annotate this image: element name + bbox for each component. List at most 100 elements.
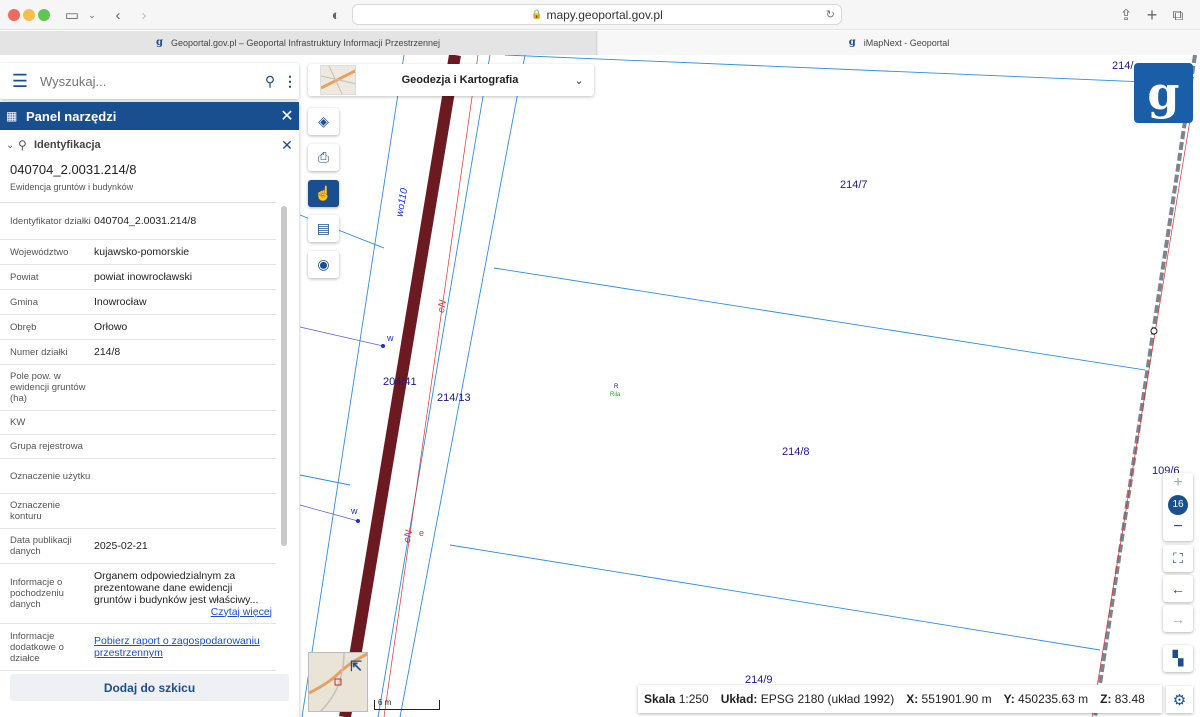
- point-w-label: w: [387, 333, 394, 343]
- attribute-key: Powiat: [10, 271, 39, 283]
- identification-section-header[interactable]: ⌄ ⚲ Identyfikacja ✕: [0, 130, 299, 160]
- close-window-button[interactable]: [8, 9, 20, 21]
- crs-readout[interactable]: Układ: EPSG 2180 (układ 1992): [721, 692, 894, 706]
- search-bar: ☰ ⚲ ⋮: [0, 63, 299, 99]
- attribute-key: Informacje dodatkowe o działce: [10, 630, 64, 664]
- y-label: Y:: [1003, 692, 1015, 706]
- screenshot-button[interactable]: ◉: [308, 251, 339, 278]
- table-row: Oznaczenie konturu: [0, 494, 276, 529]
- previous-extent-button[interactable]: ←: [1163, 575, 1193, 602]
- attribute-key: Pole pow. w ewidencji gruntów (ha): [10, 371, 86, 404]
- download-report-link[interactable]: Pobierz raport o zagospodarowaniu przest…: [94, 635, 260, 659]
- settings-button[interactable]: ⚙: [1166, 686, 1193, 713]
- parcel-boundary: [504, 55, 1146, 83]
- next-extent-button[interactable]: →: [1163, 605, 1193, 632]
- attribute-key: KW: [10, 417, 26, 428]
- parcel-boundary: [449, 544, 1101, 651]
- layers-button[interactable]: ◈: [308, 108, 339, 135]
- attribute-key: Oznaczenie użytku: [10, 470, 91, 482]
- zoom-out-button[interactable]: −: [1163, 517, 1193, 537]
- scale-value: 1:250: [678, 692, 709, 706]
- forward-icon[interactable]: ›: [134, 5, 154, 25]
- parcel-id-title: 040704_2.0031.214/8: [10, 162, 137, 177]
- url-text: mapy.geoportal.gov.pl: [546, 7, 663, 22]
- sidebar-toggle-icon[interactable]: ▭: [62, 5, 82, 25]
- back-icon[interactable]: ‹: [108, 5, 128, 25]
- geoportal-favicon-icon: g: [156, 37, 164, 48]
- z-label: Z:: [1100, 692, 1112, 706]
- point-w-marker: [356, 519, 360, 523]
- new-tab-icon[interactable]: +: [1142, 5, 1162, 25]
- clipboard-icon: ▤: [316, 220, 331, 236]
- chevron-down-icon[interactable]: ⌄: [6, 140, 18, 151]
- chevron-down-icon[interactable]: ⌄: [82, 5, 102, 25]
- parcel-label: 204/41: [383, 376, 417, 388]
- menu-icon[interactable]: ☰: [0, 71, 40, 92]
- table-row: Oznaczenie użytku: [0, 459, 276, 494]
- shield-icon[interactable]: ◐: [326, 5, 346, 25]
- attribute-key: Województwo: [10, 246, 69, 258]
- overview-map[interactable]: ⇱: [308, 652, 368, 712]
- z-value: 83.48: [1114, 692, 1145, 706]
- node-marker: [1150, 327, 1158, 335]
- table-row: Powiat powiat inowrocławski: [0, 265, 276, 290]
- expand-icon[interactable]: ⇱: [350, 658, 362, 675]
- tab-imapnext[interactable]: g iMapNext - Geoportal: [598, 31, 1200, 55]
- tab-overview-icon[interactable]: ⧉: [1168, 5, 1188, 25]
- more-options-icon[interactable]: ⋮: [281, 73, 299, 90]
- fullscreen-button[interactable]: ⛶: [1163, 545, 1193, 572]
- fullscreen-icon: ⛶: [1173, 550, 1183, 566]
- e-label: e: [419, 528, 425, 538]
- geoportal-favicon-icon: g: [848, 37, 856, 48]
- search-icon[interactable]: ⚲: [259, 73, 281, 90]
- pointer-hand-icon: ☝: [314, 185, 333, 201]
- identify-button[interactable]: ☝: [308, 180, 339, 207]
- print-button[interactable]: ⎙: [308, 144, 339, 171]
- close-icon[interactable]: ✕: [275, 106, 299, 126]
- network-label: eN: [435, 299, 449, 314]
- print-icon: ⎙: [317, 149, 330, 165]
- point-w-label: w: [351, 506, 358, 516]
- read-more-link[interactable]: Czytaj więcej: [211, 606, 272, 618]
- attribute-value: [94, 506, 276, 516]
- chevron-down-icon[interactable]: ⌄: [564, 74, 594, 87]
- scale-bar: 6 m: [374, 698, 440, 710]
- reload-icon[interactable]: ↻: [826, 8, 835, 21]
- attribute-value: powiat inowrocławski: [94, 271, 193, 283]
- zoom-in-button[interactable]: +: [1163, 473, 1193, 493]
- tab-geoportal[interactable]: g Geoportal.gov.pl – Geoportal Infrastru…: [0, 31, 597, 55]
- tool-panel: ▦ Panel narzędzi ✕ ⌄ ⚲ Identyfikacja ✕ 0…: [0, 102, 299, 717]
- table-row: Informacje dodatkowe o działce Pobierz r…: [0, 624, 276, 671]
- attribute-table: Identyfikator działki 040704_2.0031.214/…: [0, 202, 276, 671]
- tool-panel-header: ▦ Panel narzędzi ✕: [0, 102, 299, 130]
- gear-icon: ⚙: [1172, 691, 1187, 709]
- parcel-label: 214/13: [437, 392, 471, 404]
- maximize-window-button[interactable]: [38, 9, 50, 21]
- utility-line: [299, 326, 384, 347]
- search-input[interactable]: [40, 73, 259, 89]
- theme-thumbnail: [320, 65, 356, 95]
- clipboard-button[interactable]: ▤: [308, 215, 339, 242]
- basemap-button[interactable]: ▚: [1163, 645, 1193, 672]
- attribute-value: Pobierz raport o zagospodarowaniu przest…: [94, 630, 276, 664]
- add-to-sketch-button[interactable]: Dodaj do szkicu: [10, 674, 289, 701]
- attribute-value: 2025-02-21: [94, 540, 148, 552]
- map-icon: ▚: [1172, 650, 1184, 666]
- share-icon[interactable]: ⇪: [1116, 5, 1136, 25]
- network-label: eN: [401, 529, 415, 544]
- panel-title: Panel narzędzi: [26, 108, 117, 124]
- geoportal-logo[interactable]: g: [1134, 63, 1193, 123]
- address-bar[interactable]: 🔒 mapy.geoportal.gov.pl ↻: [352, 4, 842, 25]
- attribute-key: Identyfikator działki: [10, 215, 91, 227]
- minimize-window-button[interactable]: [23, 9, 35, 21]
- theme-dropdown[interactable]: Geodezja i Kartografia ⌄: [308, 64, 594, 96]
- theme-label: Geodezja i Kartografia: [401, 74, 519, 86]
- close-icon[interactable]: ✕: [275, 137, 299, 154]
- parcel-label: 214/7: [840, 179, 868, 191]
- camera-icon: ◉: [317, 256, 330, 272]
- attribute-key: Informacje o pochodzeniu danych: [10, 577, 64, 610]
- search-icon: ⚲: [18, 138, 27, 152]
- scale-readout[interactable]: Skala 1:250: [644, 692, 709, 706]
- panel-scrollbar[interactable]: [281, 206, 287, 546]
- parcel-label: 214/8: [782, 446, 810, 458]
